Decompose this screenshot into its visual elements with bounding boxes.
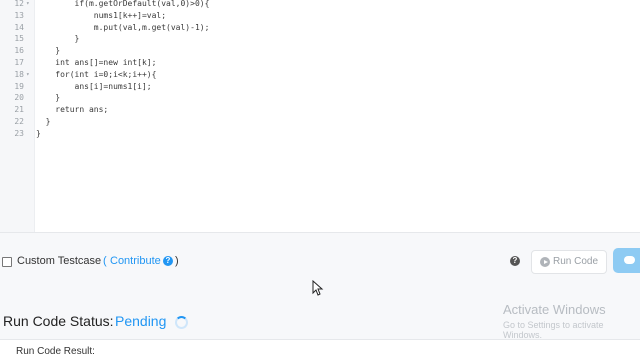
info-icon[interactable]: ? — [163, 256, 173, 266]
line-number: 15 — [14, 34, 24, 44]
code-text[interactable]: } — [36, 92, 60, 104]
code-line[interactable]: 12 ▾ if(m.getOrDefault(val,0)>0){ — [0, 0, 640, 10]
fold-toggle-icon[interactable]: ▾ — [26, 0, 30, 10]
code-editor[interactable]: 12 ▾ if(m.getOrDefault(val,0)>0){13 nums1… — [0, 0, 640, 233]
mouse-cursor-icon — [312, 280, 324, 296]
line-number: 21 — [14, 105, 24, 115]
activate-windows-title: Activate Windows — [503, 302, 606, 317]
code-line[interactable]: 22 } — [0, 116, 640, 128]
code-text[interactable]: int ans[]=new int[k]; — [36, 57, 156, 69]
code-text[interactable]: m.put(val,m.get(val)-1); — [36, 22, 210, 34]
code-text[interactable]: ans[i]=nums1[i]; — [36, 81, 152, 93]
fold-toggle-icon[interactable]: ▾ — [26, 69, 30, 81]
paren-close: ) — [175, 255, 179, 267]
run-code-status-value: Pending — [115, 313, 167, 329]
code-text[interactable]: } — [36, 33, 80, 45]
custom-testcase-label[interactable]: Custom Testcase — [17, 255, 101, 267]
submit-button[interactable] — [613, 248, 640, 273]
code-line[interactable]: 23} — [0, 128, 640, 140]
code-line[interactable]: 16 } — [0, 45, 640, 57]
contribute-link[interactable]: Contribute — [110, 255, 161, 267]
code-text[interactable]: if(m.getOrDefault(val,0)>0){ — [36, 0, 210, 10]
code-line[interactable]: 19 ans[i]=nums1[i]; — [0, 81, 640, 93]
line-number: 20 — [14, 93, 24, 103]
line-number: 16 — [14, 46, 24, 56]
line-number: 14 — [14, 22, 24, 32]
paren-open: ( — [103, 255, 107, 267]
activate-windows-subtitle: Go to Settings to activate Windows. — [503, 320, 604, 340]
line-number: 12 — [14, 0, 24, 8]
line-number: 23 — [14, 128, 24, 138]
code-text[interactable]: } — [36, 116, 51, 128]
run-code-button[interactable]: Run Code — [531, 250, 607, 274]
code-line[interactable]: 15 } — [0, 33, 640, 45]
code-line[interactable]: 13 nums1[k++]=val; — [0, 10, 640, 22]
code-text[interactable]: for(int i=0;i<k;i++){ — [36, 69, 156, 81]
code-text[interactable]: nums1[k++]=val; — [36, 10, 166, 22]
run-code-result-panel — [0, 339, 640, 361]
code-text[interactable]: } — [36, 45, 60, 57]
code-text[interactable]: return ans; — [36, 104, 108, 116]
run-code-label: Run Code — [553, 256, 599, 267]
line-number: 17 — [14, 58, 24, 67]
custom-testcase-checkbox[interactable] — [2, 257, 12, 267]
code-line[interactable]: 18 ▾ for(int i=0;i<k;i++){ — [0, 69, 640, 81]
code-line[interactable]: 20 } — [0, 92, 640, 104]
code-line[interactable]: 14 m.put(val,m.get(val)-1); — [0, 22, 640, 34]
line-number: 22 — [14, 117, 24, 126]
code-line[interactable]: 21 return ans; — [0, 104, 640, 116]
play-circle-icon — [540, 257, 550, 267]
run-code-result-title: Run Code Result: — [16, 346, 95, 357]
line-number: 18 — [14, 69, 24, 79]
line-number: 13 — [14, 10, 24, 20]
loading-spinner-icon — [175, 316, 188, 329]
code-text[interactable]: } — [36, 128, 41, 140]
cloud-upload-icon — [624, 256, 635, 264]
code-line[interactable]: 17 int ans[]=new int[k]; — [0, 57, 640, 69]
line-number: 19 — [14, 81, 24, 91]
run-code-status-label: Run Code Status: — [3, 313, 114, 329]
help-icon[interactable]: ? — [510, 256, 520, 266]
